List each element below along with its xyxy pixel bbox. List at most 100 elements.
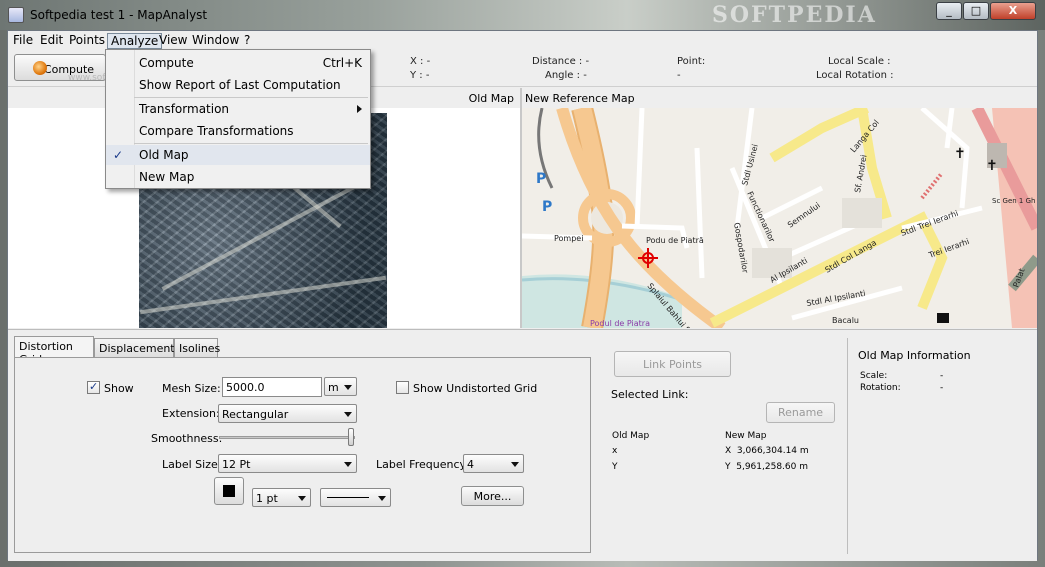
title-bar: Softpedia test 1 - MapAnalyst SOFTPEDIA …	[0, 0, 1045, 30]
selected-link-label: Selected Link:	[611, 388, 689, 401]
menu-view[interactable]: View	[156, 33, 190, 49]
show-grid-checkbox[interactable]	[87, 380, 100, 394]
label-pompei: Pompei	[554, 234, 583, 243]
app-window: Softpedia test 1 - MapAnalyst SOFTPEDIA …	[0, 0, 1045, 567]
smoothness-label: Smoothness:	[151, 432, 223, 445]
color-swatch	[223, 485, 235, 497]
angle-readout: Angle : -	[545, 70, 587, 81]
link-points-button[interactable]: Link Points	[614, 351, 731, 377]
checkmark-icon: ✓	[113, 148, 124, 162]
menu-item-compute[interactable]: Compute Ctrl+K	[106, 53, 370, 73]
new-map-header: New Reference Map	[522, 88, 1037, 108]
tab-displacements[interactable]: Displacements	[94, 338, 180, 357]
submenu-arrow-icon	[357, 105, 362, 113]
analyze-dropdown-menu: Compute Ctrl+K Show Report of Last Compu…	[105, 49, 371, 189]
distance-readout: Distance : -	[532, 56, 590, 67]
extension-label: Extension:	[162, 407, 220, 420]
rotation-label: Rotation:	[860, 383, 901, 393]
minimize-button[interactable]: _	[936, 2, 962, 20]
show-undistorted-grid-checkbox[interactable]	[396, 381, 409, 394]
menu-separator	[134, 97, 368, 98]
window-title: Softpedia test 1 - MapAnalyst	[30, 8, 208, 22]
old-y-label: Y	[612, 462, 618, 472]
compute-icon	[33, 61, 47, 75]
menu-file[interactable]: File	[10, 33, 36, 49]
building-block	[842, 198, 882, 228]
chevron-down-icon	[344, 412, 352, 417]
scale-label: Scale:	[860, 371, 888, 381]
label-podu-de-piatra: Podu de Piatră	[646, 236, 704, 245]
map-marker-square	[937, 313, 949, 323]
label-size-value: 12 Pt	[222, 458, 251, 471]
new-map-title: New Reference Map	[525, 92, 635, 105]
scale-value: -	[940, 371, 944, 381]
chevron-down-icon	[378, 496, 386, 501]
church-icon: ✝	[986, 158, 998, 174]
menu-item-old-map[interactable]: ✓ Old Map	[106, 145, 370, 165]
panel-divider	[847, 338, 848, 554]
menu-edit[interactable]: Edit	[37, 33, 66, 49]
menu-item-compute-shortcut: Ctrl+K	[322, 56, 362, 70]
x-coord-label: X : -	[410, 56, 431, 67]
menu-analyze[interactable]: Analyze	[107, 33, 163, 49]
mesh-size-input[interactable]: 5000.0	[222, 377, 322, 397]
parking-p-2: P	[542, 199, 552, 215]
tab-distortion-grid[interactable]: Distortion Grid	[14, 336, 94, 366]
line-style-preview	[327, 497, 369, 498]
church-icon: ✝	[954, 146, 966, 162]
old-x-label: x	[612, 446, 618, 456]
rotation-value: -	[940, 383, 944, 393]
maximize-button[interactable]: □	[963, 2, 989, 20]
old-map-information-title: Old Map Information	[858, 349, 971, 362]
y-coord-label: Y : -	[410, 70, 430, 81]
line-style-select[interactable]	[320, 488, 391, 507]
menu-item-transformation-label: Transformation	[139, 102, 230, 116]
rename-button[interactable]: Rename	[766, 402, 835, 423]
label-bacalu: Bacalu	[832, 316, 859, 325]
label-size-label: Label Size:	[162, 458, 222, 471]
menu-item-compare-transformations[interactable]: Compare Transformations	[106, 121, 370, 141]
old-map-column-label: Old Map	[612, 431, 650, 441]
chevron-down-icon	[298, 496, 306, 501]
point-label: Point:	[677, 56, 706, 67]
label-sc-gen: Sc Gen 1 Gh Asachi	[992, 197, 1037, 205]
label-size-select[interactable]: 12 Pt	[218, 454, 357, 473]
chevron-down-icon	[344, 462, 352, 467]
tab-isolines[interactable]: Isolines	[174, 338, 220, 357]
street-map: P P Pompei Podu de Piatră Podul de Piatr…	[522, 108, 1037, 328]
chevron-down-icon	[344, 385, 352, 390]
smoothness-slider-track[interactable]	[219, 436, 355, 439]
menu-item-transformation[interactable]: Transformation	[106, 99, 370, 119]
label-frequency-label: Label Frequency:	[376, 458, 469, 471]
mesh-size-label: Mesh Size:	[162, 382, 221, 395]
new-reference-map-view[interactable]: P P Pompei Podu de Piatră Podul de Piatr…	[522, 108, 1037, 328]
menu-item-new-map[interactable]: New Map	[106, 167, 370, 187]
label-podul-de-piatra: Podul de Piatra	[590, 319, 650, 328]
local-scale-label: Local Scale :	[828, 56, 891, 67]
menu-help[interactable]: ?	[241, 33, 253, 49]
grid-color-button[interactable]	[214, 477, 244, 505]
smoothness-slider-thumb[interactable]	[348, 428, 354, 446]
label-frequency-select[interactable]: 4	[463, 454, 524, 473]
menu-points[interactable]: Points	[66, 33, 108, 49]
show-label: Show	[104, 382, 134, 395]
line-width-value: 1 pt	[256, 492, 278, 505]
mesh-unit-select[interactable]: m	[324, 377, 357, 396]
extension-select[interactable]: Rectangular	[218, 404, 357, 423]
more-button[interactable]: More...	[461, 486, 524, 506]
softpedia-watermark: SOFTPEDIA	[712, 2, 877, 28]
local-rotation-label: Local Rotation :	[816, 70, 894, 81]
menu-window[interactable]: Window	[189, 33, 242, 49]
distortion-grid-panel: Show Mesh Size: 5000.0 m Show Undistorte…	[14, 357, 591, 553]
extension-value: Rectangular	[222, 408, 289, 421]
chevron-down-icon	[511, 462, 519, 467]
old-map-title: Old Map	[468, 92, 514, 105]
line-width-select[interactable]: 1 pt	[252, 488, 311, 507]
parking-p-1: P	[536, 171, 546, 187]
menu-bar: File Edit Points Analyze View Window ?	[8, 31, 1037, 51]
bottom-panel: Distortion Grid Displacements Isolines S…	[8, 329, 1037, 561]
close-button[interactable]: X	[990, 2, 1036, 20]
menu-item-show-report[interactable]: Show Report of Last Computation	[106, 75, 370, 95]
show-undistorted-grid-label: Show Undistorted Grid	[413, 382, 538, 395]
menu-separator	[134, 143, 368, 144]
